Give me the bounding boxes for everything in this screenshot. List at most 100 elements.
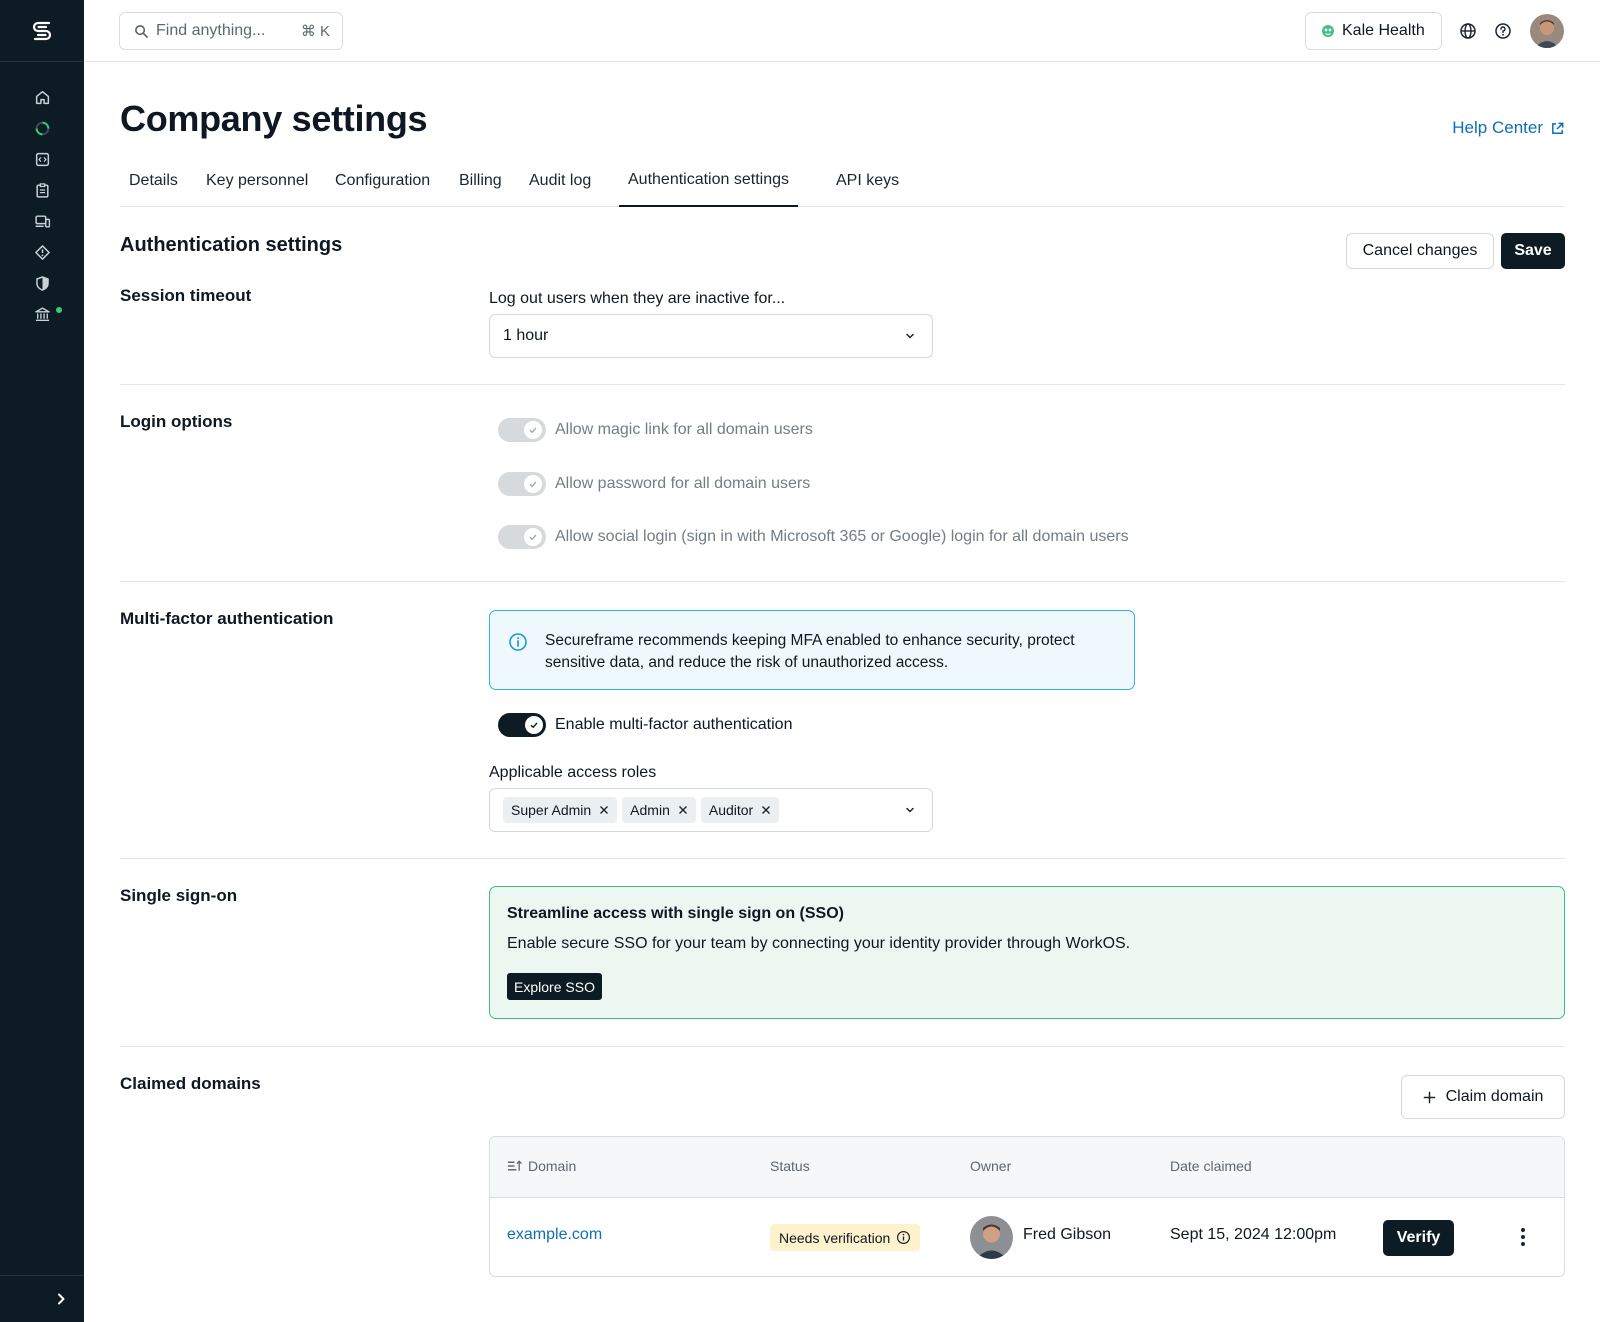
- sidebar: [0, 0, 84, 1322]
- role-chip: Auditor: [700, 797, 780, 823]
- role-chip-label: Admin: [630, 802, 670, 818]
- home-icon[interactable]: [0, 82, 84, 113]
- diamond-icon[interactable]: [0, 237, 84, 268]
- role-chip: Admin: [622, 797, 696, 823]
- info-icon[interactable]: [896, 1230, 911, 1245]
- check-icon: [529, 534, 537, 541]
- sso-description: Enable secure SSO for your team by conne…: [507, 935, 1131, 952]
- social-login-label: Allow social login (sign in with Microso…: [555, 528, 1129, 545]
- section-title: Authentication settings: [120, 234, 343, 256]
- check-icon: [530, 722, 538, 729]
- magic-link-toggle-row[interactable]: Allow magic link for all domain users: [498, 418, 813, 442]
- app-logo[interactable]: [0, 0, 84, 62]
- save-button[interactable]: Save: [1501, 233, 1565, 269]
- globe-icon[interactable]: [1458, 21, 1478, 41]
- help-center-label: Help Center: [1452, 118, 1543, 137]
- tab-key-personnel[interactable]: Key personnel: [197, 162, 317, 207]
- close-icon[interactable]: [599, 805, 609, 815]
- clipboard-icon[interactable]: [0, 175, 84, 206]
- chevron-right-icon: [58, 1293, 65, 1305]
- search-input[interactable]: Find anything... ⌘ K: [119, 12, 343, 50]
- owner-avatar: [970, 1216, 1013, 1259]
- sort-icon: [507, 1160, 522, 1171]
- chevron-down-icon: [906, 333, 914, 339]
- password-toggle[interactable]: [498, 472, 546, 496]
- divider: [120, 858, 1565, 859]
- status-label: Needs verification: [779, 1229, 891, 1246]
- more-options-icon[interactable]: [1515, 1226, 1531, 1248]
- claimed-domains-table: Domain Status Owner Date claimed example…: [489, 1136, 1565, 1277]
- mfa-toggle-label: Enable multi-factor authentication: [555, 716, 793, 733]
- expand-sidebar-button[interactable]: [0, 1275, 84, 1322]
- shield-icon[interactable]: [0, 268, 84, 299]
- sso-label: Single sign-on: [120, 886, 238, 905]
- bank-icon[interactable]: [0, 299, 84, 330]
- external-link-icon: [1552, 122, 1564, 134]
- social-login-toggle-row[interactable]: Allow social login (sign in with Microso…: [498, 525, 1129, 549]
- status-badge: Needs verification: [770, 1224, 921, 1251]
- user-avatar[interactable]: [1530, 14, 1564, 48]
- claim-domain-button[interactable]: Claim domain: [1401, 1075, 1565, 1119]
- session-timeout-label: Session timeout: [120, 286, 252, 305]
- column-domain-label: Domain: [528, 1158, 577, 1174]
- column-status: Status: [770, 1158, 810, 1174]
- login-options-label: Login options: [120, 412, 233, 431]
- close-icon[interactable]: [761, 805, 771, 815]
- password-toggle-row[interactable]: Allow password for all domain users: [498, 472, 810, 496]
- logo-icon: [32, 21, 52, 40]
- role-chip: Super Admin: [503, 797, 618, 823]
- session-timeout-field-label: Log out users when they are inactive for…: [489, 290, 786, 307]
- table-header: Domain Status Owner Date claimed: [490, 1137, 1564, 1198]
- magic-link-toggle[interactable]: [498, 418, 546, 442]
- plus-icon: [1423, 1091, 1435, 1103]
- owner-name: Fred Gibson: [1023, 1226, 1112, 1243]
- date-claimed: Sept 15, 2024 12:00pm: [1170, 1226, 1337, 1243]
- claim-domain-label: Claim domain: [1445, 1088, 1544, 1105]
- session-timeout-value: 1 hour: [503, 327, 549, 344]
- topbar: Find anything... ⌘ K Kale Health: [84, 0, 1600, 62]
- tab-details[interactable]: Details: [120, 162, 187, 207]
- company-name: Kale Health: [1342, 22, 1425, 39]
- divider: [120, 581, 1565, 582]
- role-chip-label: Super Admin: [511, 802, 592, 818]
- tab-authentication-settings[interactable]: Authentication settings: [619, 162, 798, 207]
- tab-configuration[interactable]: Configuration: [326, 162, 439, 207]
- settings-tabs: Details Key personnel Configuration Bill…: [120, 162, 1565, 207]
- table-row: example.com Needs verification Fred Gibs…: [490, 1198, 1564, 1276]
- domain-link[interactable]: example.com: [507, 1226, 602, 1244]
- search-placeholder: Find anything...: [156, 22, 266, 39]
- company-switcher-button[interactable]: Kale Health: [1305, 12, 1442, 50]
- progress-icon[interactable]: [0, 113, 84, 144]
- social-login-toggle[interactable]: [498, 525, 546, 549]
- mfa-toggle[interactable]: [498, 713, 546, 737]
- mfa-toggle-row[interactable]: Enable multi-factor authentication: [498, 713, 792, 737]
- sso-promo-banner: Streamline access with single sign on (S…: [489, 886, 1565, 1019]
- tab-billing[interactable]: Billing: [450, 162, 511, 207]
- column-owner: Owner: [970, 1158, 1012, 1174]
- info-icon: [509, 633, 527, 651]
- sso-title: Streamline access with single sign on (S…: [507, 905, 844, 922]
- check-icon: [529, 481, 537, 488]
- search-shortcut: ⌘ K: [300, 23, 330, 40]
- page-title: Company settings: [120, 98, 428, 139]
- magic-link-label: Allow magic link for all domain users: [555, 421, 813, 438]
- chevron-down-icon: [906, 807, 914, 813]
- code-icon[interactable]: [0, 144, 84, 175]
- close-icon[interactable]: [678, 805, 688, 815]
- tab-api-keys[interactable]: API keys: [827, 162, 908, 207]
- cancel-changes-button[interactable]: Cancel changes: [1346, 233, 1494, 269]
- role-chip-label: Auditor: [708, 802, 754, 818]
- session-timeout-select[interactable]: 1 hour: [489, 314, 933, 358]
- verify-button[interactable]: Verify: [1383, 1220, 1454, 1256]
- devices-icon[interactable]: [0, 206, 84, 237]
- search-icon: [135, 24, 148, 38]
- divider: [120, 1046, 1565, 1047]
- access-roles-select[interactable]: Super Admin Admin Auditor: [489, 788, 933, 832]
- column-domain[interactable]: Domain: [507, 1158, 576, 1174]
- tab-audit-log[interactable]: Audit log: [520, 162, 600, 207]
- explore-sso-button[interactable]: Explore SSO: [507, 973, 602, 1000]
- help-center-link[interactable]: Help Center: [1452, 118, 1565, 138]
- help-icon[interactable]: [1493, 21, 1513, 41]
- access-roles-label: Applicable access roles: [489, 764, 657, 781]
- mfa-info-text: Secureframe recommends keeping MFA enabl…: [545, 632, 1075, 671]
